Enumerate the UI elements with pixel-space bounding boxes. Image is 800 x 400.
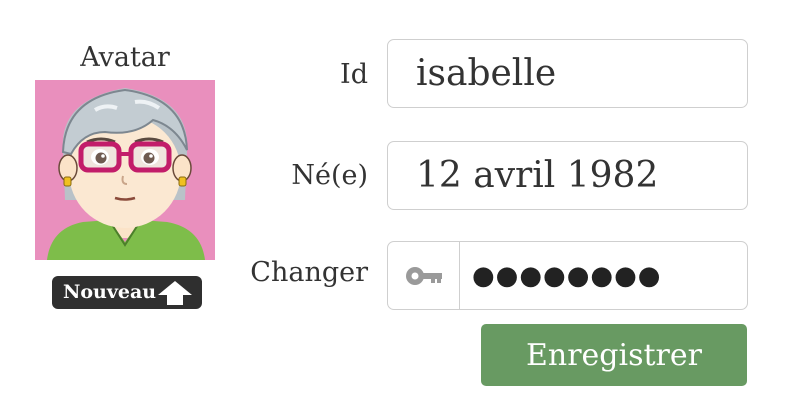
birth-label: Né(e) [291, 160, 368, 191]
key-icon [405, 266, 442, 285]
id-label: Id [340, 59, 368, 90]
birth-date-field[interactable]: 12 avril 1982 [387, 141, 748, 210]
password-value: ●●●●●●●● [472, 260, 662, 291]
password-label: Changer [250, 257, 368, 288]
cartoon-woman-avatar-icon [35, 80, 215, 260]
new-avatar-button-label: Nouveau [63, 281, 157, 303]
new-avatar-button[interactable]: Nouveau [52, 276, 202, 309]
upload-arrow-icon [158, 281, 192, 305]
password-field[interactable]: ●●●●●●●● [387, 241, 748, 310]
key-addon [388, 242, 460, 309]
avatar-image [35, 80, 215, 260]
birth-date-value: 12 avril 1982 [416, 155, 659, 196]
id-field-value: isabelle [416, 53, 557, 94]
avatar-title: Avatar [80, 42, 170, 73]
id-field[interactable]: isabelle [387, 39, 748, 108]
save-button[interactable]: Enregistrer [481, 324, 747, 386]
